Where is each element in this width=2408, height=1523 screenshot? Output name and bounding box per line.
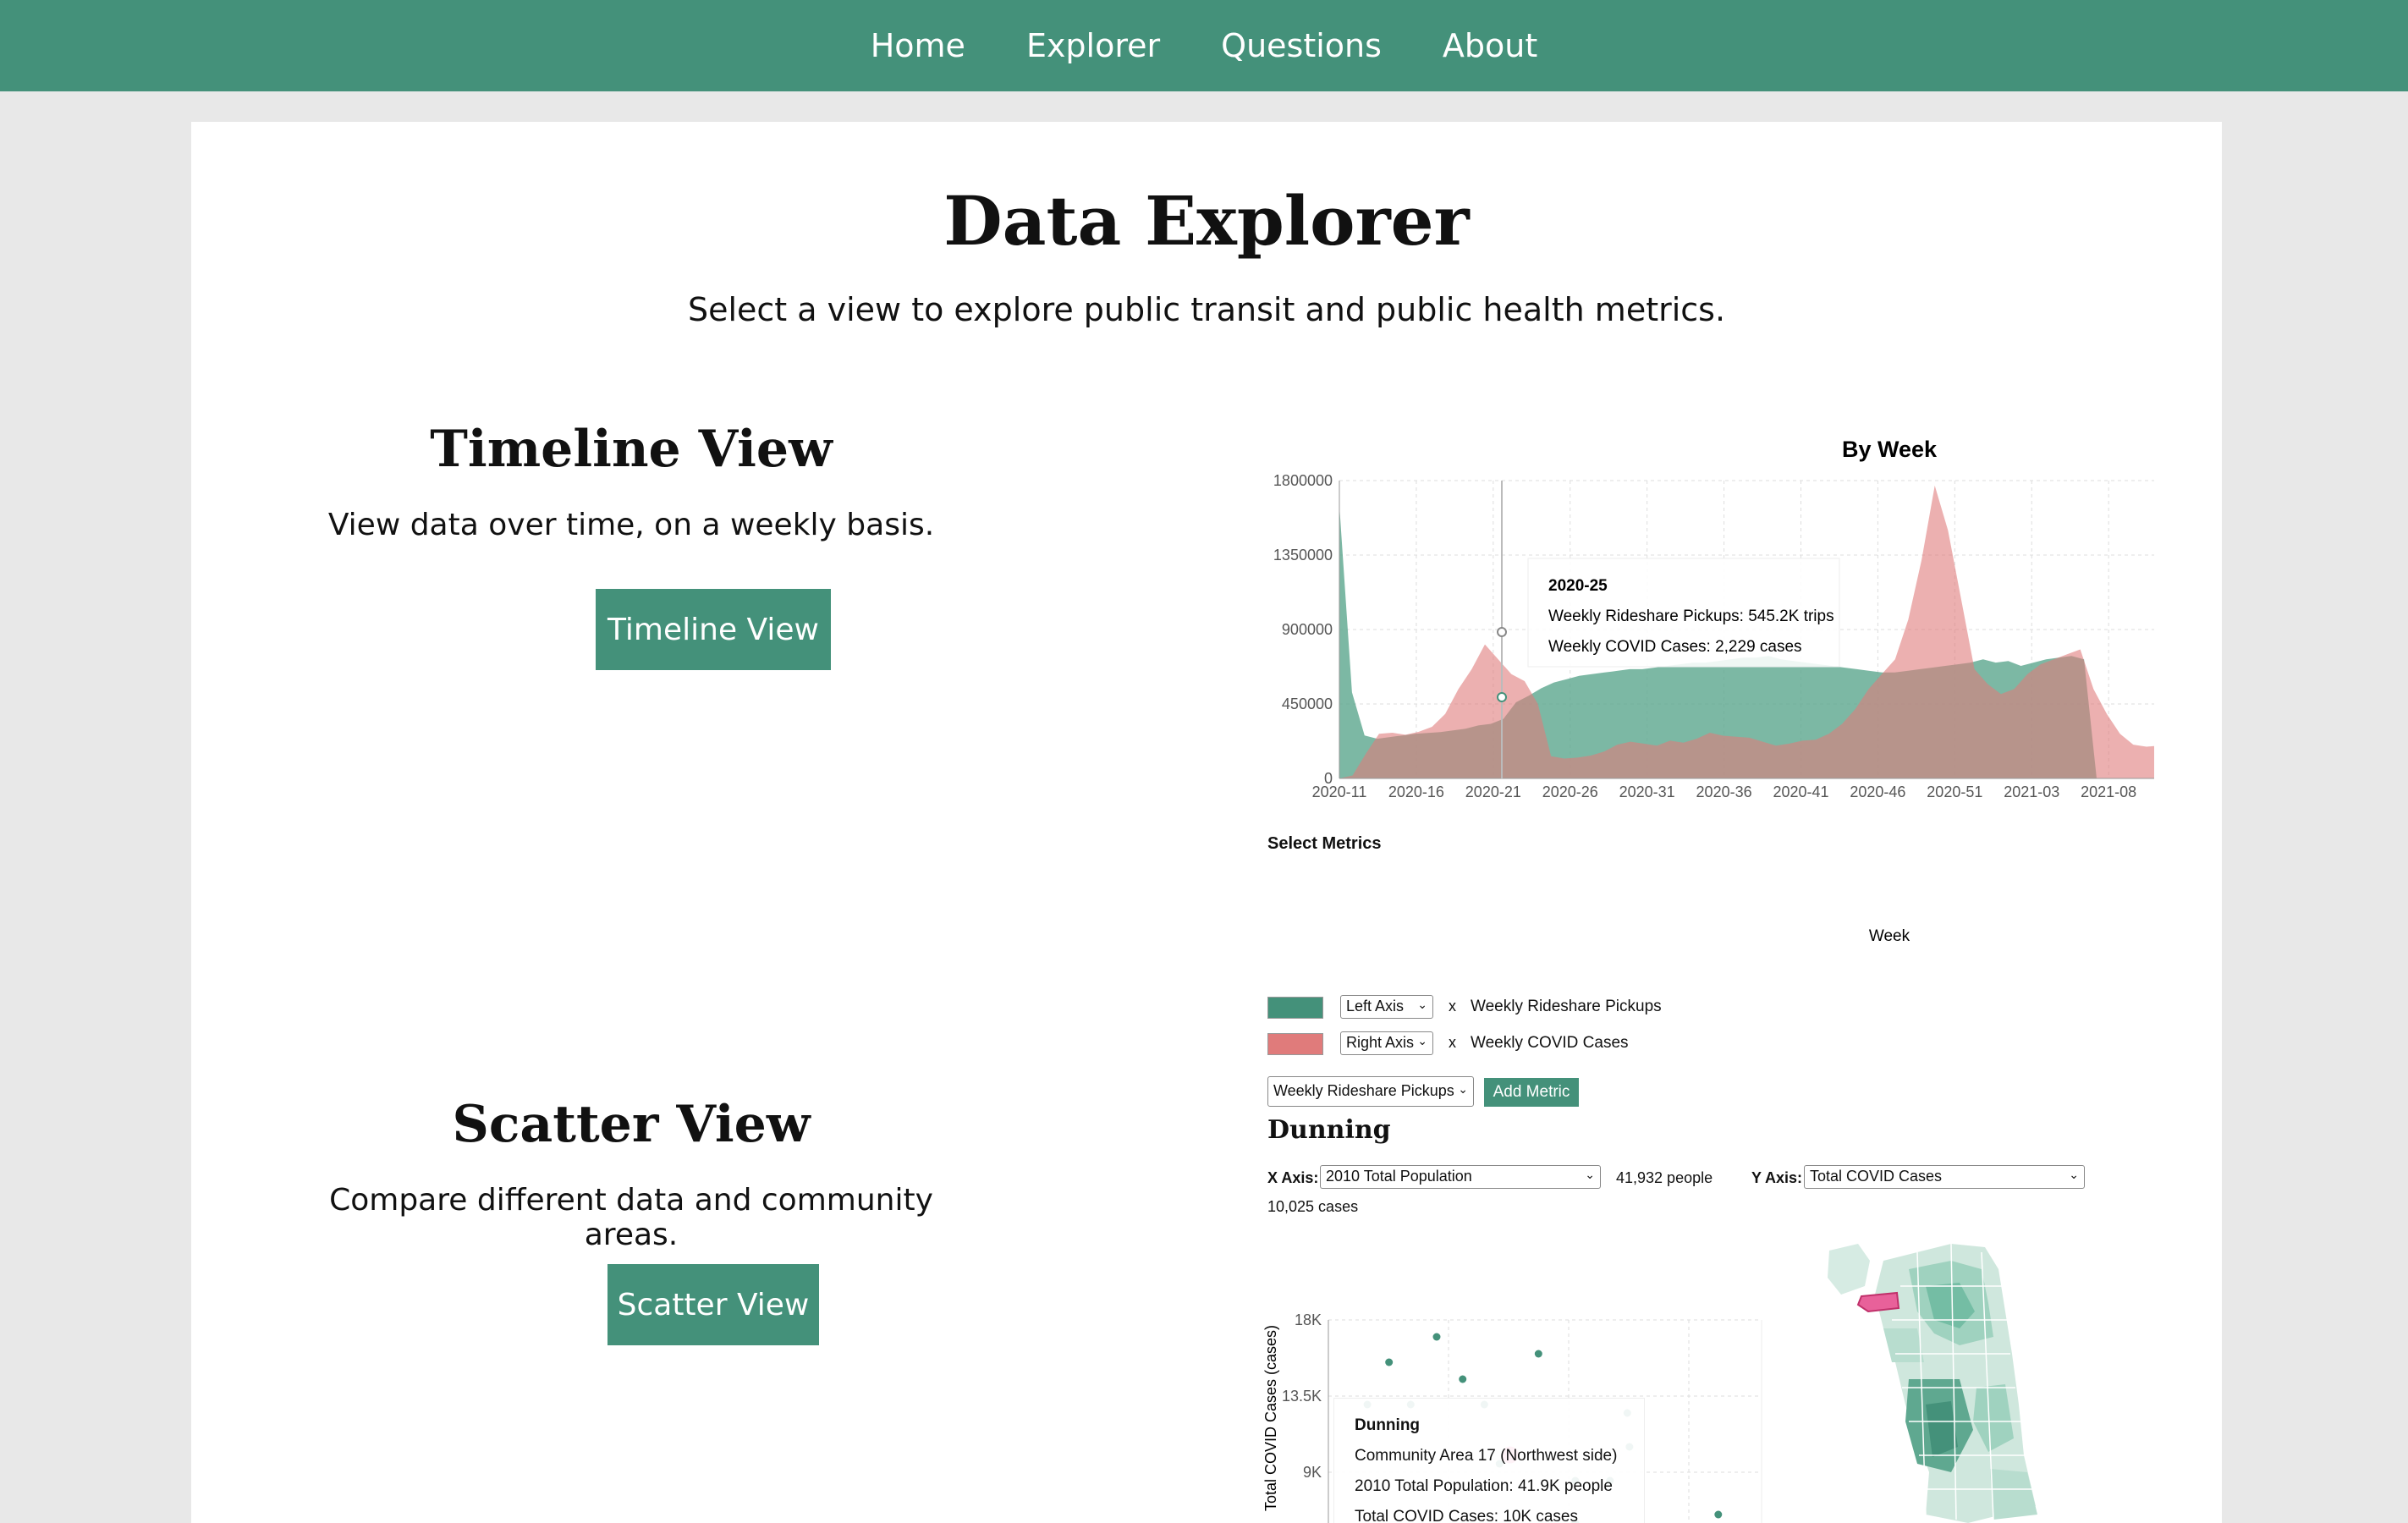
top-nav: Home Explorer Questions About <box>0 0 2408 91</box>
chart-tooltip: 2020-25 Weekly Rideshare Pickups: 545.2K… <box>1527 558 1840 668</box>
x-tick-label: 2020-46 <box>1850 783 1905 800</box>
x-axis-readout: 41,932 people <box>1616 1169 1713 1186</box>
scatter-tooltip-line-2: 2010 Total Population: 41.9K people <box>1355 1477 1613 1495</box>
timeline-view-button[interactable]: Timeline View <box>596 589 831 670</box>
metric-axis-select-1[interactable]: Left Axis ⌄ <box>1340 995 1433 1019</box>
nav-home[interactable]: Home <box>871 27 965 64</box>
hover-point-b <box>1497 627 1507 637</box>
select-metrics-panel: Select Metrics Left Axis ⌄ x Weekly Rides… <box>1267 834 1944 1113</box>
scatter-tooltip-line-3: Total COVID Cases: 10K cases <box>1355 1508 1578 1523</box>
x-tick-label: 2020-31 <box>1619 783 1675 800</box>
x-tick-label: 2020-11 <box>1312 783 1367 800</box>
left-tick-label: 1350000 <box>1273 547 1333 564</box>
y-axis-label: Y Axis: <box>1751 1169 1803 1186</box>
x-tick-label: 2021-03 <box>2004 783 2059 800</box>
metric-remove-button-2[interactable]: x <box>1449 1034 1456 1052</box>
x-tick-label: 2020-36 <box>1696 783 1752 800</box>
add-metric-button[interactable]: Add Metric <box>1484 1078 1579 1107</box>
nav-about[interactable]: About <box>1443 27 1537 64</box>
scatter-view-button[interactable]: Scatter View <box>607 1264 819 1345</box>
nav-explorer[interactable]: Explorer <box>1026 27 1160 64</box>
scatter-tooltip-line-1: Community Area 17 (Northwest side) <box>1355 1447 1618 1465</box>
scatter-y-tick: 13.5K <box>1282 1388 1322 1405</box>
metric-axis-select-2[interactable]: Right Axis ⌄ <box>1340 1031 1433 1055</box>
y-axis-select[interactable]: Total COVID Cases ⌄ <box>1804 1165 2085 1189</box>
scatter-title: Scatter View <box>452 1095 811 1154</box>
metric-label-1: Weekly Rideshare Pickups <box>1471 998 1662 1015</box>
scatter-point[interactable] <box>1534 1350 1542 1358</box>
scatter-panel-title: Dunning <box>1267 1115 1391 1145</box>
x-tick-label: 2020-51 <box>1927 783 1982 800</box>
hover-point-a <box>1497 692 1507 702</box>
tooltip-title: 2020-25 <box>1548 577 1608 595</box>
scatter-point[interactable] <box>1714 1510 1723 1519</box>
metric-color-swatch-2[interactable] <box>1267 1033 1323 1055</box>
x-tick-label: 2020-41 <box>1773 783 1828 800</box>
scatter-point[interactable] <box>1459 1375 1467 1383</box>
scatter-tooltip-title: Dunning <box>1355 1416 1421 1434</box>
x-tick-label: 2020-21 <box>1465 783 1521 800</box>
scatter-tooltip-box: Dunning Community Area 17 (Northwest sid… <box>1333 1398 1645 1523</box>
add-metric-select[interactable]: Weekly Rideshare Pickups ⌄ <box>1267 1076 1474 1107</box>
scatter-y-tick: 18K <box>1295 1311 1322 1328</box>
content-card: Data Explorer Select a view to explore p… <box>191 122 2222 1523</box>
timeline-description: View data over time, on a weekly basis. <box>327 508 935 542</box>
left-tick-label: 450000 <box>1282 696 1333 712</box>
dunning-highlight[interactable] <box>1856 1291 1900 1313</box>
x-axis-label: X Axis: <box>1267 1169 1319 1186</box>
x-axis-control: X Axis: <box>1267 1169 1318 1187</box>
metric-color-swatch-1[interactable] <box>1267 997 1323 1019</box>
tooltip-line-2: Weekly COVID Cases: 2,229 cases <box>1548 638 1802 656</box>
community-area-map[interactable] <box>1824 1235 2078 1523</box>
nav-questions[interactable]: Questions <box>1221 27 1382 64</box>
y-axis-readout: 10,025 cases <box>1267 1198 1359 1215</box>
x-tick-label: 2020-16 <box>1388 783 1444 800</box>
tooltip-line-1: Weekly Rideshare Pickups: 545.2K trips <box>1548 608 1834 625</box>
chart-title: By Week <box>1842 437 1938 462</box>
scatter-y-label: Total COVID Cases (cases) <box>1262 1325 1279 1511</box>
metric-label-2: Weekly COVID Cases <box>1471 1034 1629 1052</box>
metric-remove-button-1[interactable]: x <box>1449 998 1456 1015</box>
scatter-y-tick: 9K <box>1303 1464 1322 1481</box>
scatter-description: Compare different data and community are… <box>329 1183 933 1252</box>
timeline-title: Timeline View <box>430 420 833 479</box>
page-subtitle: Select a view to explore public transit … <box>687 291 1726 328</box>
page-title: Data Explorer <box>943 181 1470 261</box>
left-tick-label: 1800000 <box>1273 472 1333 489</box>
scatter-point[interactable] <box>1385 1358 1394 1366</box>
x-tick-label: 2020-26 <box>1542 783 1598 800</box>
select-metrics-title: Select Metrics <box>1267 834 1382 853</box>
scatter-point[interactable] <box>1432 1333 1441 1341</box>
x-tick-label: 2021-08 <box>2081 783 2136 800</box>
left-tick-label: 900000 <box>1282 621 1333 638</box>
x-axis-select[interactable]: 2010 Total Population ⌄ <box>1320 1165 1601 1189</box>
